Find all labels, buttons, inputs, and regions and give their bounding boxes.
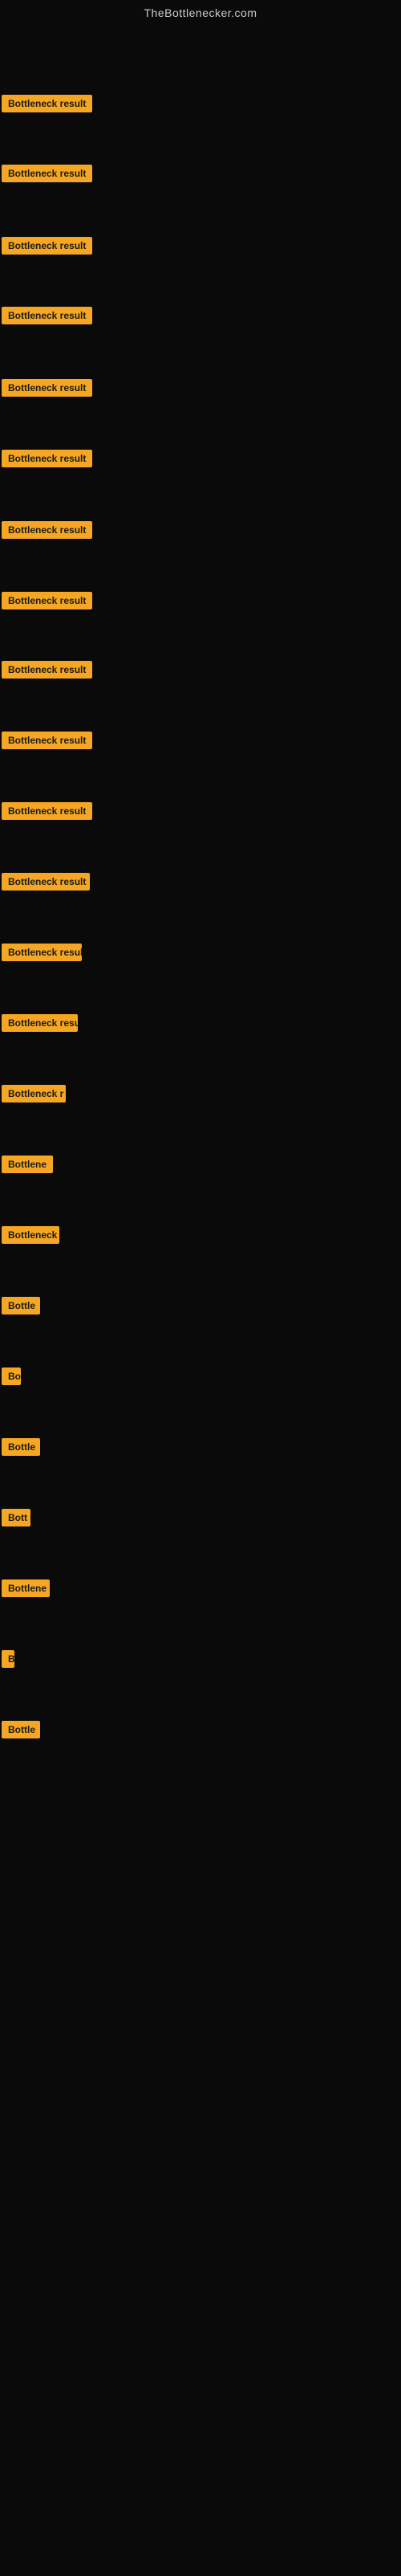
badge-row: Bott bbox=[0, 1482, 401, 1553]
site-title: TheBottlenecker.com bbox=[0, 0, 401, 22]
site-header: TheBottlenecker.com bbox=[0, 0, 401, 22]
bottleneck-badge: Bottlene bbox=[2, 1579, 50, 1597]
bottleneck-badge: Bottleneck result bbox=[2, 732, 92, 749]
bottleneck-badge: Bottleneck result bbox=[2, 873, 90, 891]
badge-row: Bottleneck result bbox=[0, 353, 401, 423]
badge-row: Bottleneck result bbox=[0, 138, 401, 209]
badge-row: Bottleneck result bbox=[0, 776, 401, 846]
bottleneck-badge: B bbox=[2, 1650, 14, 1668]
bottleneck-badge: Bottle bbox=[2, 1297, 40, 1314]
badge-row: Bottle bbox=[0, 1412, 401, 1482]
bottleneck-badge: Bottleneck result bbox=[2, 944, 82, 961]
bottleneck-badge: Bottleneck result bbox=[2, 95, 92, 112]
badge-row: Bottleneck result bbox=[0, 917, 401, 988]
badge-row: B bbox=[0, 1624, 401, 1694]
badges-container: Bottleneck result Bottleneck result Bottle… bbox=[0, 22, 401, 2576]
bottleneck-badge: Bottle bbox=[2, 1721, 40, 1738]
badge-row: Bottlene bbox=[0, 1553, 401, 1624]
bottleneck-badge: Bottleneck result bbox=[2, 379, 92, 397]
bottleneck-badge: Bottle bbox=[2, 1438, 40, 1456]
bottleneck-badge: Bottleneck result bbox=[2, 307, 92, 324]
bottleneck-badge: Bottleneck result bbox=[2, 1014, 78, 1032]
badge-row: Bottleneck result bbox=[0, 68, 401, 139]
badge-row: Bottlene bbox=[0, 1129, 401, 1200]
badge-row: Bottleneck bbox=[0, 1200, 401, 1270]
bottleneck-badge: Bo bbox=[2, 1367, 21, 1385]
badge-row: Bo bbox=[0, 1341, 401, 1412]
badge-row: Bottleneck result bbox=[0, 705, 401, 776]
badge-row: Bottle bbox=[0, 1270, 401, 1341]
bottleneck-badge: Bottleneck r bbox=[2, 1085, 66, 1103]
badge-row: Bottleneck result bbox=[0, 210, 401, 281]
bottleneck-badge: Bottleneck result bbox=[2, 521, 92, 539]
bottleneck-badge: Bottleneck result bbox=[2, 802, 92, 820]
badge-row: Bottleneck result bbox=[0, 634, 401, 705]
bottleneck-badge: Bottleneck result bbox=[2, 237, 92, 255]
badge-row: Bottleneck r bbox=[0, 1058, 401, 1129]
badge-row: Bottleneck result bbox=[0, 846, 401, 917]
badge-row: Bottleneck result bbox=[0, 280, 401, 351]
bottleneck-badge: Bottleneck result bbox=[2, 165, 92, 182]
badge-row: Bottle bbox=[0, 1694, 401, 1765]
bottleneck-badge: Bottlene bbox=[2, 1156, 53, 1173]
badge-row: Bottleneck result bbox=[0, 988, 401, 1058]
bottleneck-badge: Bottleneck result bbox=[2, 661, 92, 679]
badge-row: Bottleneck result bbox=[0, 565, 401, 636]
bottleneck-badge: Bottleneck bbox=[2, 1226, 59, 1244]
badge-row: Bottleneck result bbox=[0, 495, 401, 565]
bottleneck-badge: Bottleneck result bbox=[2, 450, 92, 467]
bottleneck-badge: Bott bbox=[2, 1509, 30, 1526]
bottleneck-badge: Bottleneck result bbox=[2, 592, 92, 609]
badge-row: Bottleneck result bbox=[0, 423, 401, 494]
